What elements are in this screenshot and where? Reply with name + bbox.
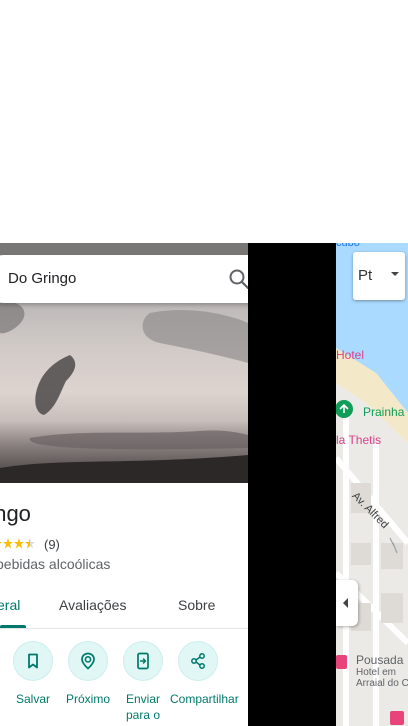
tab-about[interactable]: Sobre	[178, 597, 215, 613]
nearby-circle	[68, 641, 108, 681]
place-tabs: eral Avaliações Sobre	[0, 583, 248, 629]
dropdown-arrow-icon	[391, 272, 399, 276]
map-label-top: cubo	[336, 243, 360, 249]
send-to-phone-button[interactable]: Enviar para o	[115, 641, 171, 723]
send-to-phone-label: Enviar para o	[125, 692, 161, 722]
star-rating	[0, 537, 40, 551]
stars-icon	[0, 538, 35, 549]
send-to-phone-circle	[123, 641, 163, 681]
share-circle	[178, 641, 218, 681]
place-category[interactable]: bebidas alcoólicas	[0, 556, 110, 572]
map-label-prainha[interactable]: Prainha	[363, 405, 404, 419]
map-label-pousada[interactable]: Pousada	[356, 653, 403, 667]
map-label-hotel[interactable]: Hotel	[336, 348, 364, 362]
map-label-thetis[interactable]: la Thetis	[336, 433, 381, 447]
nearby-button[interactable]: Próximo	[60, 641, 116, 707]
map-label-pousada-sub1: Hotel em	[356, 667, 397, 678]
search-icon	[229, 269, 248, 290]
black-gap	[248, 243, 336, 726]
bookmark-icon	[28, 653, 38, 669]
review-count[interactable]: (9)	[44, 537, 60, 552]
tab-overview[interactable]: eral	[0, 597, 20, 613]
map-label-pousada-sub2: Arraial do C	[356, 678, 408, 689]
action-buttons: Salvar Próximo Enviar para o Compartilha…	[0, 641, 248, 726]
search-input[interactable]: Do Gringo	[8, 270, 76, 287]
collapse-panel-button[interactable]	[336, 580, 358, 626]
save-button[interactable]: Salvar	[5, 641, 61, 707]
tab-reviews[interactable]: Avaliações	[59, 597, 126, 613]
nearby-icon	[81, 652, 95, 670]
chevron-left-icon	[343, 598, 348, 608]
share-icon	[191, 653, 205, 669]
search-button[interactable]	[227, 267, 248, 291]
share-label: Compartilhar	[170, 692, 239, 706]
language-selector[interactable]: Pt	[353, 252, 405, 300]
active-tab-indicator	[0, 625, 26, 628]
rating-row[interactable]: (9)	[0, 536, 60, 552]
share-button[interactable]: Compartilhar	[170, 641, 239, 707]
save-circle	[13, 641, 53, 681]
map-view[interactable]: cubo Hotel Prainha la Thetis Av. Alfred …	[336, 243, 408, 726]
place-title: ringo	[0, 501, 31, 526]
save-label: Salvar	[15, 692, 50, 706]
send-to-phone-icon	[137, 652, 149, 670]
place-panel: Do Gringo ringo	[0, 243, 248, 726]
search-box[interactable]: Do Gringo	[0, 255, 248, 303]
language-label: Pt	[358, 267, 373, 284]
nearby-label: Próximo	[65, 692, 110, 706]
